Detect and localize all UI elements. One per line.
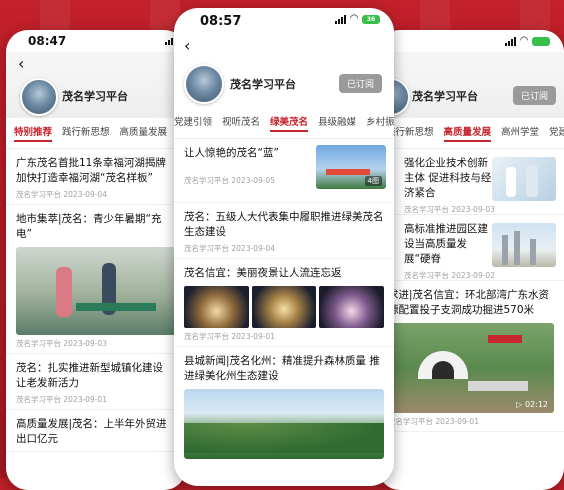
article-title: 求进|茂名信宜：环北部湾广东水资源配置投子支洞成功掘进570米 <box>388 289 550 316</box>
status-bar: ◠ <box>378 30 564 52</box>
image-count-badge: 4图 <box>364 176 382 186</box>
article-meta: 茂名学习平台 2023-09-01 <box>388 417 479 426</box>
right-phone-screen: ◠ 茂名学习平台 已订阅 践行新思想 高质量发展 高州学堂 党建 强化企业技术创… <box>378 30 564 490</box>
article-meta: 茂名学习平台 2023-09-04 <box>184 244 275 253</box>
article-title: 地市集萃|茂名：青少年暑期“充电” <box>16 213 162 240</box>
profile-header: 茂名学习平台 已订阅 <box>378 52 564 118</box>
wifi-icon: ◠ <box>350 13 358 24</box>
article-meta: 茂名学习平台 2023-09-04 <box>16 190 107 199</box>
tab-development[interactable]: 高质量发展 <box>120 124 168 142</box>
subscribed-button[interactable]: 已订阅 <box>512 86 556 105</box>
article-item[interactable]: 强化企业技术创新主体 促进科技与经济紧合 茂名学习平台 2023-09-03 <box>378 149 564 215</box>
battery-icon <box>532 36 550 46</box>
video-duration: ▷ 02:12 <box>516 400 548 409</box>
article-meta: 茂名学习平台 2023-09-03 <box>16 339 107 348</box>
tab-party-lead[interactable]: 党建引领 <box>174 114 212 132</box>
tab-new-thought[interactable]: 践行新思想 <box>62 124 110 142</box>
article-title: 强化企业技术创新主体 促进科技与经济紧合 <box>404 157 492 199</box>
article-title: 广东茂名首批11条幸福河湖揭牌 加快打造幸福河湖“茂名样板” <box>16 157 166 184</box>
article-item[interactable]: 县城新闻|茂名化州：精准提升森林质量 推进绿美化州生态建设 <box>174 347 394 465</box>
article-item[interactable]: 茂名：五级人大代表集中履职推进绿美茂名生态建设 茂名学习平台 2023-09-0… <box>174 203 394 259</box>
article-meta: 茂名学习平台 2023-09-02 <box>404 271 495 280</box>
tab-bar: 党建引领 视听茂名 绿美茂名 县级融媒 乡村振 <box>174 108 394 139</box>
article-image <box>16 247 176 335</box>
status-time: 08:57 <box>200 14 242 29</box>
tab-featured[interactable]: 特别推荐 <box>14 124 53 142</box>
article-video[interactable]: ▷ 02:12 <box>388 323 554 413</box>
article-meta: 茂名学习平台 2023-09-03 <box>404 205 495 214</box>
profile-header: ‹ 茂名学习平台 <box>6 52 186 118</box>
tab-green-maoming[interactable]: 绿美茂名 <box>270 114 309 132</box>
article-thumbnail: 4图 <box>316 145 386 189</box>
article-meta: 茂名学习平台 2023-09-01 <box>184 332 275 341</box>
article-thumbnail <box>492 223 556 267</box>
article-title: 高标准推进园区建设当高质量发展“硬脊 <box>404 223 488 265</box>
wifi-icon: ◠ <box>520 35 528 46</box>
article-image <box>251 286 317 328</box>
avatar[interactable] <box>184 64 224 104</box>
status-bar: 08:47 <box>6 30 186 52</box>
tab-bar: 特别推荐 践行新思想 高质量发展 <box>6 118 186 149</box>
subscribed-button[interactable]: 已订阅 <box>338 74 382 93</box>
signal-icon <box>335 14 347 24</box>
profile-name: 茂名学习平台 <box>62 90 128 103</box>
article-title: 茂名：五级人大代表集中履职推进绿美茂名生态建设 <box>184 211 384 238</box>
article-item[interactable]: 让人惊艳的茂名“蓝” 茂名学习平台 2023-09-05 4图 <box>174 139 394 203</box>
tab-bar: 践行新思想 高质量发展 高州学堂 党建 <box>378 118 564 149</box>
tab-development[interactable]: 高质量发展 <box>443 124 492 142</box>
article-item[interactable]: 茂名：扎实推进新型城镇化建设 让老发新活力 茂名学习平台 2023-09-01 <box>6 354 186 410</box>
article-image <box>319 286 385 328</box>
image-row <box>184 286 385 328</box>
tab-county-media[interactable]: 县级融媒 <box>318 114 356 132</box>
article-title: 高质量发展|茂名：上半年外贸进出口亿元 <box>16 418 167 445</box>
tab-gaozhou-school[interactable]: 高州学堂 <box>501 124 539 142</box>
article-image <box>184 286 249 328</box>
center-phone-screen: 08:57 ◠ 36 ‹ 茂名学习平台 已订阅 党建引领 视听茂名 绿美茂名 县… <box>174 8 394 486</box>
tab-audiovisual[interactable]: 视听茂名 <box>222 114 260 132</box>
profile-name: 茂名学习平台 <box>230 78 296 91</box>
article-item[interactable]: 求进|茂名信宜：环北部湾广东水资源配置投子支洞成功掘进570米 ▷ 02:12 … <box>378 281 564 432</box>
article-item[interactable]: 高标准推进园区建设当高质量发展“硬脊 茂名学习平台 2023-09-02 <box>378 215 564 281</box>
article-item[interactable]: 地市集萃|茂名：青少年暑期“充电” 茂名学习平台 2023-09-03 <box>6 205 186 354</box>
article-image <box>184 389 384 459</box>
article-thumbnail <box>492 157 556 201</box>
article-item[interactable]: 茂名信宜：美丽夜景让人流连忘返 茂名学习平台 2023-09-01 <box>174 259 394 347</box>
back-arrow-icon[interactable]: ‹ <box>18 54 24 73</box>
article-meta: 茂名学习平台 2023-09-01 <box>16 395 107 404</box>
article-title: 县城新闻|茂名化州：精准提升森林质量 推进绿美化州生态建设 <box>184 355 380 382</box>
article-item[interactable]: 广东茂名首批11条幸福河湖揭牌 加快打造幸福河湖“茂名样板” 茂名学习平台 20… <box>6 149 186 205</box>
status-time: 08:47 <box>28 34 67 48</box>
avatar[interactable] <box>20 78 58 116</box>
article-title: 让人惊艳的茂名“蓝” <box>184 147 279 159</box>
signal-icon <box>505 36 517 46</box>
article-title: 茂名信宜：美丽夜景让人流连忘返 <box>184 267 342 279</box>
tab-rural[interactable]: 乡村振 <box>366 114 394 132</box>
article-item[interactable]: 高质量发展|茂名：上半年外贸进出口亿元 <box>6 410 186 452</box>
left-phone-screen: 08:47 ‹ 茂名学习平台 特别推荐 践行新思想 高质量发展 广东茂名首批11… <box>6 30 186 490</box>
back-arrow-icon[interactable]: ‹ <box>184 36 190 55</box>
profile-header: ‹ 茂名学习平台 已订阅 <box>174 30 394 104</box>
tab-party[interactable]: 党建 <box>549 124 564 142</box>
battery-icon: 36 <box>362 14 380 24</box>
profile-name: 茂名学习平台 <box>412 90 478 103</box>
article-title: 茂名：扎实推进新型城镇化建设 让老发新活力 <box>16 362 163 389</box>
status-bar: 08:57 ◠ 36 <box>174 8 394 30</box>
